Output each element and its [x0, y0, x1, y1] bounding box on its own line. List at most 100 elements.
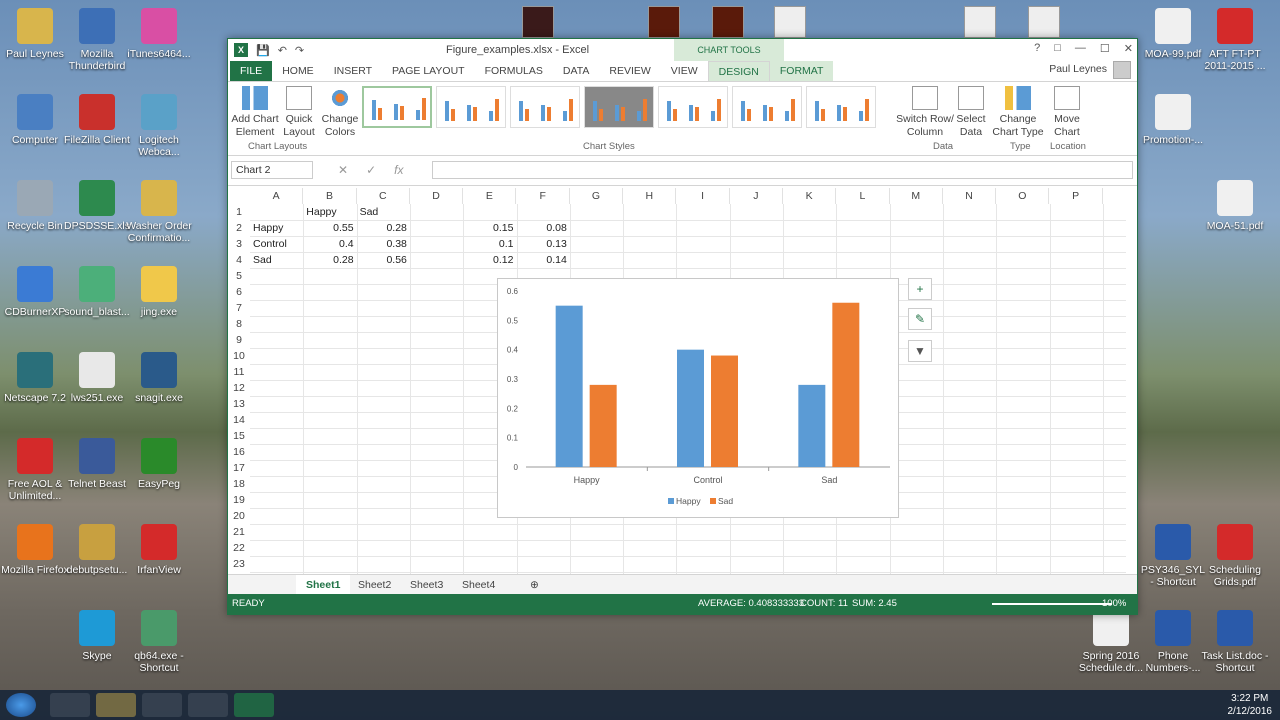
sheet-tab[interactable]: Sheet2 [348, 575, 401, 596]
row-header[interactable]: 5 [228, 268, 250, 284]
row-header[interactable]: 1 [228, 204, 250, 220]
sheet-tab[interactable]: Sheet4 [452, 575, 505, 596]
row-header[interactable]: 18 [228, 476, 250, 492]
row-header[interactable]: 20 [228, 508, 250, 524]
cell-b1[interactable]: Happy [303, 204, 356, 220]
cell-c2[interactable]: 0.28 [357, 220, 410, 236]
desktop-icon[interactable]: Recycle Bin [0, 180, 70, 232]
desktop-icon[interactable]: lws251.exe [62, 352, 132, 404]
cell-b4[interactable]: 0.28 [303, 252, 356, 268]
bar-happy-happy[interactable] [555, 305, 583, 467]
column-header[interactable]: H [623, 188, 677, 204]
chart-styles-gallery[interactable] [362, 86, 876, 128]
close-icon[interactable]: ✕ [1124, 42, 1133, 55]
chart-filters-button[interactable]: ▼ [908, 340, 932, 362]
desktop-icon[interactable]: debutpsetu... [62, 524, 132, 576]
desktop-thumbnail[interactable] [712, 6, 744, 38]
desktop-icon[interactable]: CDBurnerXP [0, 266, 70, 318]
desktop-icon[interactable]: Telnet Beast [62, 438, 132, 490]
tab-file[interactable]: FILE [230, 61, 273, 81]
chart[interactable]: 0 0.1 0.2 0.3 0.4 0.5 0.6 Happy Control Sad Happy S… [497, 278, 899, 518]
cell-f4[interactable]: 0.14 [517, 252, 570, 268]
desktop-thumbnail[interactable] [964, 6, 996, 38]
row-header[interactable]: 4 [228, 252, 250, 268]
bar-happy-control[interactable] [677, 349, 704, 467]
row-header[interactable]: 16 [228, 444, 250, 460]
add-chart-element-button[interactable]: Add Chart Element [230, 86, 280, 139]
column-header[interactable]: F [516, 188, 570, 204]
cell-e2[interactable]: 0.15 [463, 220, 516, 236]
column-header[interactable]: L [836, 188, 890, 204]
desktop-icon[interactable]: qb64.exe - Shortcut [124, 610, 194, 674]
cell-f2[interactable]: 0.08 [517, 220, 570, 236]
tab-insert[interactable]: INSERT [324, 61, 382, 81]
tab-view[interactable]: VIEW [661, 61, 708, 81]
file-explorer-icon[interactable] [96, 693, 136, 717]
chart-style-thumbnail[interactable] [510, 86, 580, 128]
desktop-icon[interactable]: EasyPeg [124, 438, 194, 490]
cell-b3[interactable]: 0.4 [303, 236, 356, 252]
user-name[interactable]: Paul Leynes [1049, 63, 1107, 75]
tab-page-layout[interactable]: PAGE LAYOUT [382, 61, 475, 81]
desktop-icon[interactable]: DPSDSSE.xls [62, 180, 132, 232]
column-header[interactable]: K [783, 188, 837, 204]
desktop-thumbnail[interactable] [648, 6, 680, 38]
column-header[interactable]: E [463, 188, 517, 204]
insert-function-icon[interactable]: fx [394, 163, 403, 177]
worksheet-grid[interactable]: 23 22 21 20 19 18 17 16 15 14 13 12 11 10 9 8 7 6 5 4 3 2 1 P O N… [228, 188, 1126, 574]
excel-taskbar-icon[interactable] [234, 693, 274, 717]
desktop-icon[interactable]: Computer [0, 94, 70, 146]
desktop-icon[interactable]: iTunes6464... [124, 8, 194, 60]
row-header[interactable]: 7 [228, 300, 250, 316]
desktop-icon[interactable]: AFT FT-PT 2011-2015 ... [1200, 8, 1270, 72]
quick-layout-button[interactable]: Quick Layout [280, 86, 318, 139]
move-chart-button[interactable]: Move Chart [1050, 86, 1084, 139]
row-header[interactable]: 15 [228, 428, 250, 444]
row-header[interactable]: 10 [228, 348, 250, 364]
desktop-icon[interactable]: Spring 2016 Schedule.dr... [1076, 610, 1146, 674]
save-icon[interactable]: 💾 [256, 44, 270, 57]
cell-c4[interactable]: 0.56 [357, 252, 410, 268]
cell-e3[interactable]: 0.1 [463, 236, 516, 252]
cell-e4[interactable]: 0.12 [463, 252, 516, 268]
row-header[interactable]: 13 [228, 396, 250, 412]
help-icon[interactable]: ? [1034, 42, 1040, 55]
column-header[interactable]: A [250, 188, 304, 204]
select-data-button[interactable]: Select Data [954, 86, 988, 139]
column-header[interactable]: P [1049, 188, 1103, 204]
enter-icon[interactable]: ✓ [366, 163, 376, 177]
column-header[interactable]: O [996, 188, 1050, 204]
tab-data[interactable]: DATA [553, 61, 599, 81]
clock[interactable]: 3:22 PM 2/12/2016 [1228, 692, 1273, 718]
undo-icon[interactable]: ↶ [278, 44, 287, 57]
desktop-icon[interactable]: Skype [62, 610, 132, 662]
row-header[interactable]: 3 [228, 236, 250, 252]
name-box[interactable]: Chart 2 [231, 161, 313, 179]
row-header[interactable]: 6 [228, 284, 250, 300]
desktop-icon[interactable]: Mozilla Firefox [0, 524, 70, 576]
column-header[interactable]: G [569, 188, 624, 204]
column-header[interactable]: M [889, 188, 943, 204]
desktop-icon[interactable]: Task List.doc - Shortcut [1200, 610, 1270, 674]
zoom-slider[interactable] [992, 603, 1112, 605]
avatar[interactable] [1113, 61, 1131, 79]
row-header[interactable]: 14 [228, 412, 250, 428]
cancel-icon[interactable]: ✕ [338, 163, 348, 177]
legend-label[interactable]: Happy [676, 496, 701, 506]
desktop-icon[interactable]: Promotion-... [1138, 94, 1208, 146]
desktop-thumbnail[interactable] [1028, 6, 1060, 38]
cell-c1[interactable]: Sad [357, 204, 410, 220]
legend-label[interactable]: Sad [718, 496, 733, 506]
desktop-icon[interactable]: Logitech Webca... [124, 94, 194, 158]
redo-icon[interactable]: ↷ [295, 44, 304, 57]
row-header[interactable]: 19 [228, 492, 250, 508]
desktop-icon[interactable]: FileZilla Client [62, 94, 132, 146]
desktop-icon[interactable]: MOA-99.pdf [1138, 8, 1208, 60]
bar-sad-sad[interactable] [832, 302, 860, 467]
switch-row-column-button[interactable]: Switch Row/ Column [896, 86, 954, 139]
chart-style-thumbnail[interactable] [362, 86, 432, 128]
chrome-icon[interactable] [188, 693, 228, 717]
row-header[interactable]: 8 [228, 316, 250, 332]
row-header[interactable]: 11 [228, 364, 250, 380]
desktop-icon[interactable]: Scheduling Grids.pdf [1200, 524, 1270, 588]
